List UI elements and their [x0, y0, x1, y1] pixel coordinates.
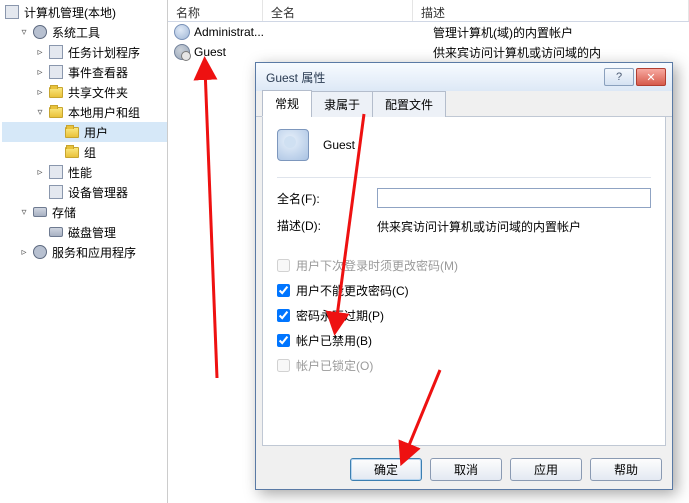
- chk-must-change-pw: 用户下次登录时须更改密码(M): [277, 257, 651, 274]
- tab-strip: 常规 隶属于 配置文件: [256, 91, 672, 117]
- folder-icon: [64, 144, 80, 160]
- folder-icon: [48, 84, 64, 100]
- nav-tree: 计算机管理(本地) ▿ 系统工具 ▹ 任务计划程序 ▹ 事件查看器 ▹ 共享文件…: [0, 2, 167, 262]
- tree-item-event-viewer[interactable]: ▹ 事件查看器: [2, 62, 167, 82]
- cancel-button[interactable]: 取消: [430, 458, 502, 481]
- checkbox[interactable]: [277, 309, 290, 322]
- dialog-titlebar[interactable]: Guest 属性 ? ✕: [256, 63, 672, 91]
- cell-name: Administrat...: [194, 25, 283, 39]
- tree-item-system-tools[interactable]: ▿ 系统工具: [2, 22, 167, 42]
- checkbox: [277, 359, 290, 372]
- expander-icon[interactable]: ▹: [34, 86, 46, 98]
- tree-label: 性能: [68, 164, 92, 181]
- tree-pane: 计算机管理(本地) ▿ 系统工具 ▹ 任务计划程序 ▹ 事件查看器 ▹ 共享文件…: [0, 0, 168, 503]
- folder-icon: [64, 124, 80, 140]
- list-row-administrator[interactable]: Administrat... 管理计算机(域)的内置帐户: [168, 22, 689, 42]
- storage-icon: [32, 204, 48, 220]
- chk-account-disabled[interactable]: 帐户已禁用(B): [277, 332, 651, 349]
- services-icon: [32, 244, 48, 260]
- tree-root[interactable]: 计算机管理(本地): [2, 2, 167, 22]
- chk-pw-never-expires[interactable]: 密码永不过期(P): [277, 307, 651, 324]
- tree-item-services-apps[interactable]: ▹ 服务和应用程序: [2, 242, 167, 262]
- user-icon: [174, 24, 190, 40]
- dialog-title: Guest 属性: [262, 69, 602, 86]
- expander-icon[interactable]: ▿: [18, 206, 30, 218]
- guest-properties-dialog: Guest 属性 ? ✕ 常规 隶属于 配置文件 Guest 全名(F): 描述…: [255, 62, 673, 490]
- close-button[interactable]: ✕: [636, 68, 666, 86]
- tree-label: 磁盘管理: [68, 224, 116, 241]
- cell-desc: 供来宾访问计算机或访问域的内: [433, 44, 689, 61]
- expander-icon[interactable]: ▹: [34, 166, 46, 178]
- device-icon: [48, 184, 64, 200]
- help-button-icon[interactable]: ?: [604, 68, 634, 86]
- chk-label: 帐户已锁定(O): [296, 357, 373, 374]
- user-icon: [174, 44, 190, 60]
- tree-item-storage[interactable]: ▿ 存储: [2, 202, 167, 222]
- tool-icon: [32, 24, 48, 40]
- expander-icon[interactable]: ▹: [18, 246, 30, 258]
- tree-label: 共享文件夹: [68, 84, 128, 101]
- tree-item-disk-mgmt[interactable]: 磁盘管理: [2, 222, 167, 242]
- tree-root-label: 计算机管理(本地): [24, 4, 116, 21]
- apply-button[interactable]: 应用: [510, 458, 582, 481]
- divider: [277, 177, 651, 178]
- tree-label: 组: [84, 144, 96, 161]
- tree-item-local-users-groups[interactable]: ▿ 本地用户和组: [2, 102, 167, 122]
- tree-label: 设备管理器: [68, 184, 128, 201]
- chk-account-locked: 帐户已锁定(O): [277, 357, 651, 374]
- perf-icon: [48, 164, 64, 180]
- list-row-guest[interactable]: Guest 供来宾访问计算机或访问域的内: [168, 42, 689, 62]
- account-name: Guest: [323, 138, 355, 152]
- desc-label: 描述(D):: [277, 217, 377, 234]
- tree-item-task-scheduler[interactable]: ▹ 任务计划程序: [2, 42, 167, 62]
- chk-label: 帐户已禁用(B): [296, 332, 372, 349]
- checkbox[interactable]: [277, 284, 290, 297]
- tab-profile[interactable]: 配置文件: [372, 91, 446, 117]
- col-fullname[interactable]: 全名: [263, 0, 413, 21]
- clock-icon: [48, 44, 64, 60]
- list-header: 名称 全名 描述: [168, 0, 689, 22]
- dialog-body: Guest 全名(F): 描述(D): 供来宾访问计算机或访问域的内置帐户 用户…: [262, 117, 666, 446]
- computer-icon: [4, 4, 20, 20]
- help-button[interactable]: 帮助: [590, 458, 662, 481]
- disk-icon: [48, 224, 64, 240]
- tree-label: 系统工具: [52, 24, 100, 41]
- col-desc[interactable]: 描述: [413, 0, 689, 21]
- cell-desc: 管理计算机(域)的内置帐户: [433, 24, 689, 41]
- tree-label: 服务和应用程序: [52, 244, 136, 261]
- checkbox[interactable]: [277, 334, 290, 347]
- tree-label: 事件查看器: [68, 64, 128, 81]
- cell-name: Guest: [194, 45, 283, 59]
- dialog-button-bar: 确定 取消 应用 帮助: [256, 452, 672, 489]
- col-name[interactable]: 名称: [168, 0, 263, 21]
- tree-label: 任务计划程序: [68, 44, 140, 61]
- tree-item-device-manager[interactable]: 设备管理器: [2, 182, 167, 202]
- tree-item-shared-folders[interactable]: ▹ 共享文件夹: [2, 82, 167, 102]
- desc-value: 供来宾访问计算机或访问域的内置帐户: [377, 216, 651, 235]
- tree-item-groups[interactable]: 组: [2, 142, 167, 162]
- ok-button[interactable]: 确定: [350, 458, 422, 481]
- expander-icon[interactable]: ▿: [18, 26, 30, 38]
- checkbox: [277, 259, 290, 272]
- chk-label: 用户下次登录时须更改密码(M): [296, 257, 458, 274]
- tree-item-users[interactable]: 用户: [2, 122, 167, 142]
- tab-memberof[interactable]: 隶属于: [311, 91, 373, 117]
- tree-label: 本地用户和组: [68, 104, 140, 121]
- expander-icon[interactable]: ▿: [34, 106, 46, 118]
- fullname-input[interactable]: [377, 188, 651, 208]
- tree-label: 用户: [84, 124, 108, 141]
- event-icon: [48, 64, 64, 80]
- chk-label: 用户不能更改密码(C): [296, 282, 409, 299]
- expander-icon[interactable]: ▹: [34, 46, 46, 58]
- users-icon: [48, 104, 64, 120]
- chk-cannot-change-pw[interactable]: 用户不能更改密码(C): [277, 282, 651, 299]
- expander-icon[interactable]: ▹: [34, 66, 46, 78]
- tab-general[interactable]: 常规: [262, 90, 312, 117]
- fullname-label: 全名(F):: [277, 190, 377, 207]
- chk-label: 密码永不过期(P): [296, 307, 384, 324]
- tree-item-performance[interactable]: ▹ 性能: [2, 162, 167, 182]
- tree-label: 存储: [52, 204, 76, 221]
- user-avatar-icon: [277, 129, 309, 161]
